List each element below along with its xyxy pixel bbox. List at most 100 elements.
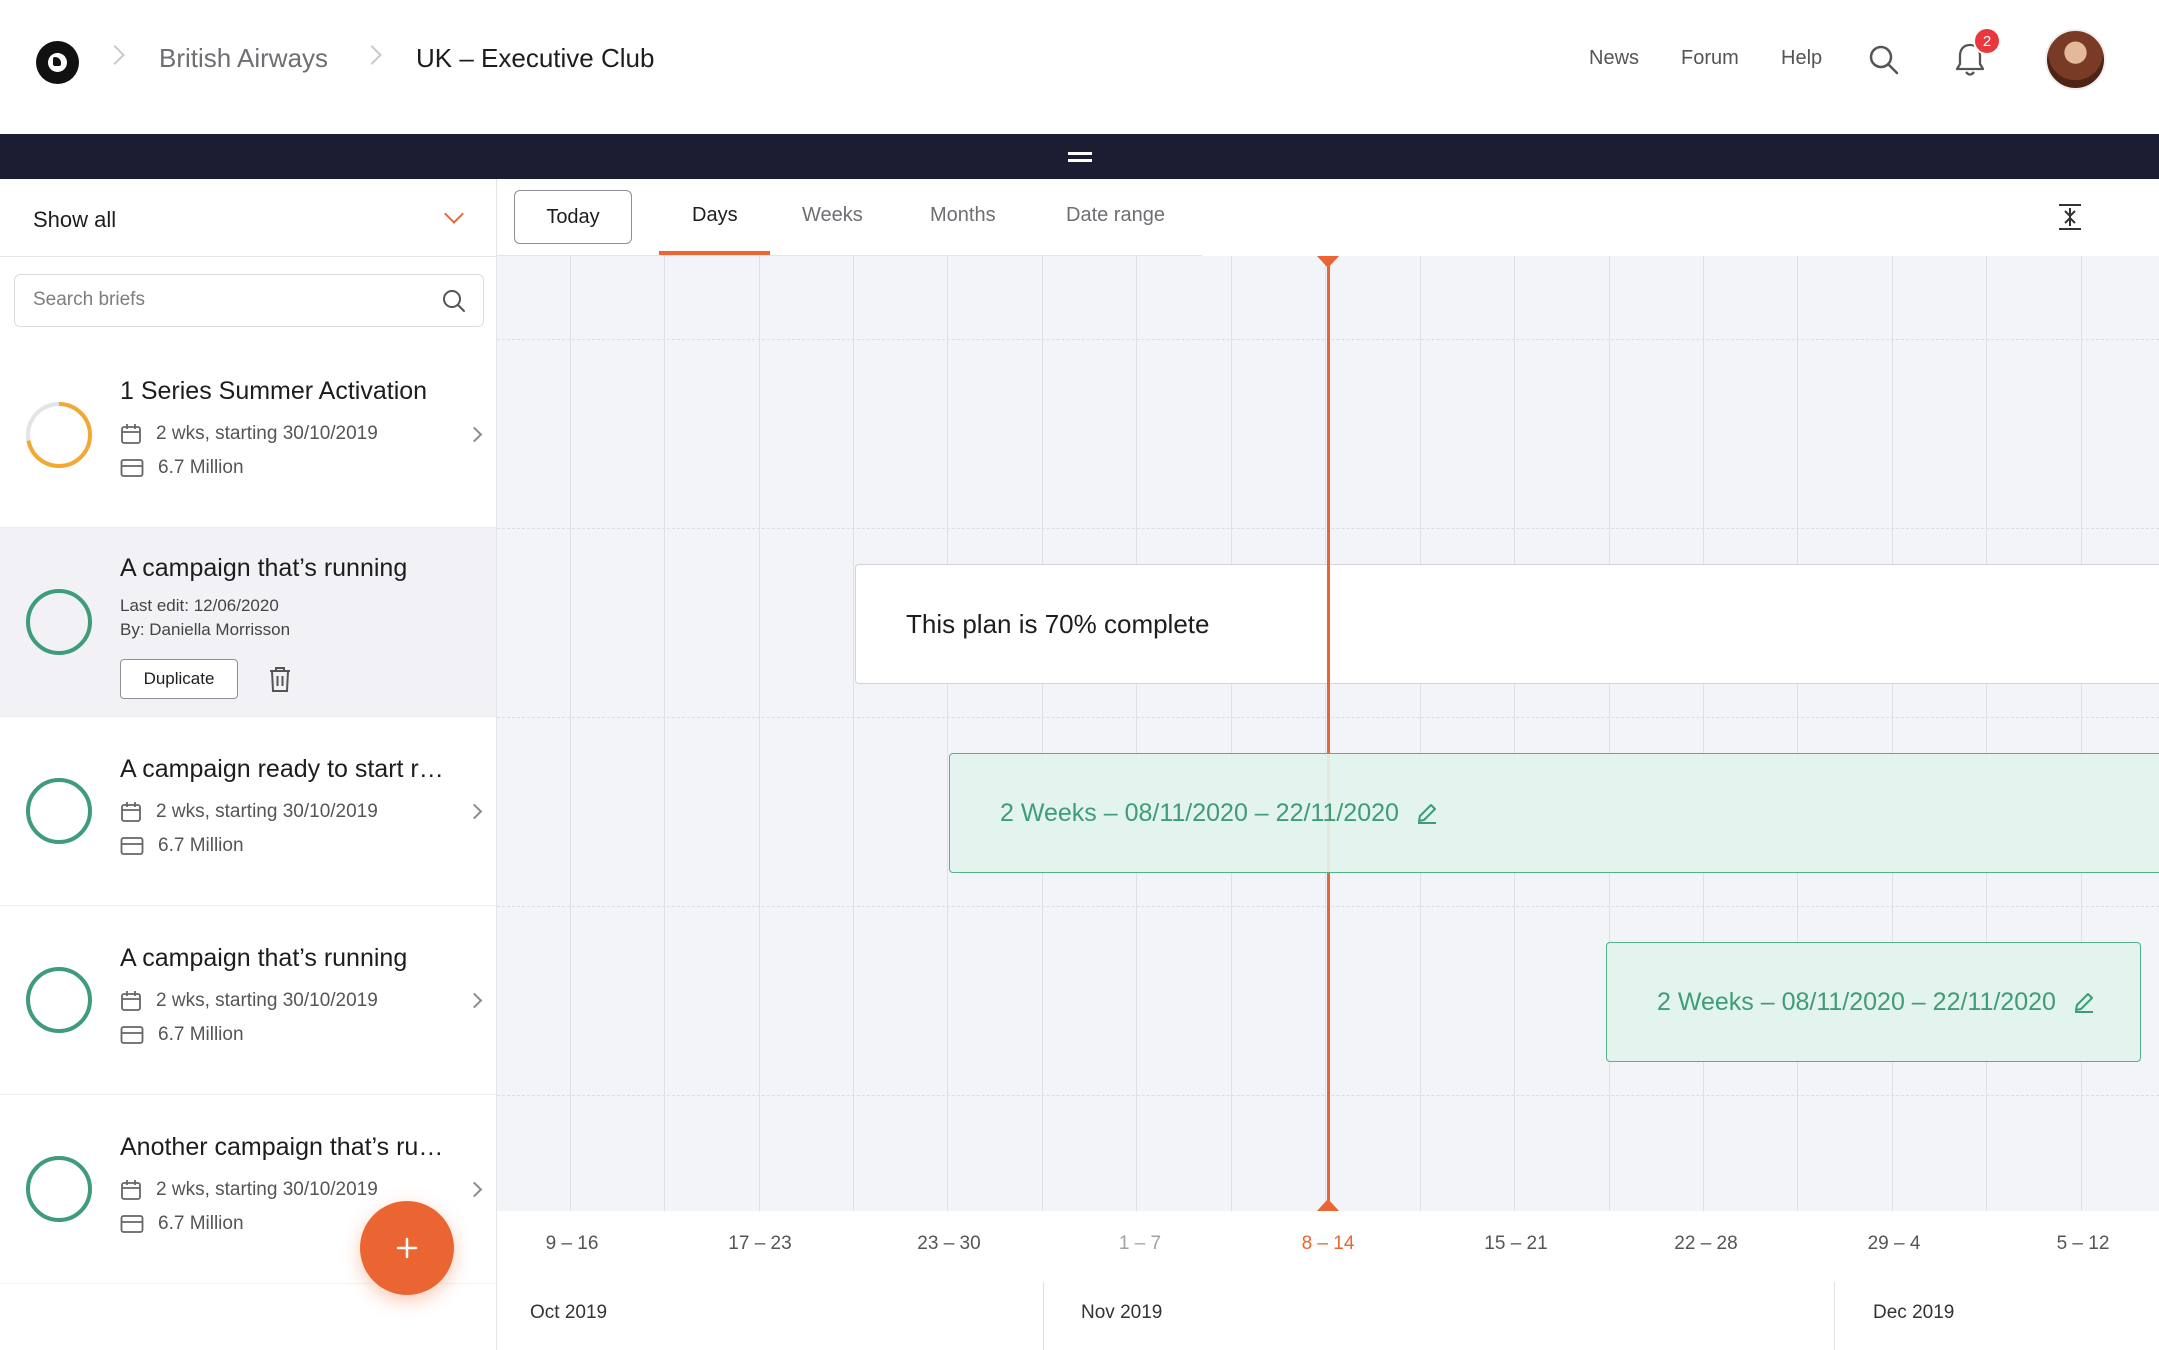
month-label: Oct 2019 xyxy=(530,1302,608,1323)
chevron-right-icon[interactable] xyxy=(466,803,483,820)
duplicate-button[interactable]: Duplicate xyxy=(120,659,238,699)
month-label: Nov 2019 xyxy=(1081,1302,1163,1323)
add-brief-button[interactable] xyxy=(360,1201,454,1295)
search-briefs-field[interactable] xyxy=(14,274,484,327)
progress-ring-icon xyxy=(26,967,92,1033)
app-logo[interactable] xyxy=(36,41,79,84)
week-label[interactable]: 29 – 4 xyxy=(1868,1233,1921,1255)
calendar-icon xyxy=(121,1180,141,1200)
brief-budget-text: 6.7 Million xyxy=(158,457,244,478)
tab-date-range[interactable]: Date range xyxy=(1066,204,1165,227)
chevron-right-icon[interactable] xyxy=(466,426,483,443)
brief-duration: 2 wks, starting 30/10/2019 xyxy=(120,423,378,445)
week-label[interactable]: 1 – 7 xyxy=(1119,1233,1161,1255)
pencil-icon[interactable] xyxy=(2072,990,2096,1014)
tab-weeks[interactable]: Weeks xyxy=(802,204,863,227)
breadcrumb-client[interactable]: British Airways xyxy=(159,43,328,74)
brief-title: A campaign that’s running xyxy=(120,554,408,582)
brief-duration-text: 2 wks, starting 30/10/2019 xyxy=(156,801,378,822)
breadcrumb-separator-icon xyxy=(105,45,125,65)
plus-icon xyxy=(396,1237,418,1259)
schedule-bar[interactable]: 2 Weeks – 08/11/2020 – 22/11/2020 xyxy=(949,753,2159,873)
brief-budget-text: 6.7 Million xyxy=(158,1213,244,1234)
week-label[interactable]: 22 – 28 xyxy=(1674,1233,1737,1255)
timeline-axis xyxy=(497,1211,2159,1350)
card-icon xyxy=(120,837,144,855)
schedule-bar-label: 2 Weeks – 08/11/2020 – 22/11/2020 xyxy=(1657,987,2056,1016)
schedule-bar-label: 2 Weeks – 08/11/2020 – 22/11/2020 xyxy=(1000,798,1399,827)
week-label[interactable]: 5 – 12 xyxy=(2057,1233,2110,1255)
search-icon[interactable] xyxy=(1868,44,1900,76)
card-icon xyxy=(120,1026,144,1044)
brief-budget-text: 6.7 Million xyxy=(158,835,244,856)
progress-ring-icon xyxy=(26,778,92,844)
brief-last-edit: Last edit: 12/06/2020 xyxy=(120,596,279,615)
brief-duration-text: 2 wks, starting 30/10/2019 xyxy=(156,423,378,444)
brief-item[interactable]: 1 Series Summer Activation 2 wks, starti… xyxy=(0,339,496,528)
nav-forum[interactable]: Forum xyxy=(1681,47,1739,70)
plan-progress-text: This plan is 70% complete xyxy=(906,609,1210,639)
user-avatar[interactable] xyxy=(2045,29,2106,90)
calendar-icon xyxy=(121,802,141,822)
plan-progress-card[interactable]: This plan is 70% complete xyxy=(855,564,2159,684)
schedule-bar[interactable]: 2 Weeks – 08/11/2020 – 22/11/2020 xyxy=(1606,942,2141,1062)
search-icon[interactable] xyxy=(441,288,467,314)
month-divider xyxy=(1043,1282,1044,1350)
timeline-toolbar xyxy=(497,179,2159,256)
brief-budget-text: 6.7 Million xyxy=(158,1024,244,1045)
brief-duration: 2 wks, starting 30/10/2019 xyxy=(120,1179,378,1201)
today-marker-bottom xyxy=(1317,1199,1339,1211)
chevron-right-icon[interactable] xyxy=(466,992,483,1009)
filter-label: Show all xyxy=(33,207,117,232)
pencil-icon[interactable] xyxy=(1415,801,1439,825)
brief-item-selected[interactable]: A campaign that’s running Last edit: 12/… xyxy=(0,528,496,717)
collapse-rows-icon[interactable] xyxy=(2057,203,2083,231)
brief-duration-text: 2 wks, starting 30/10/2019 xyxy=(156,1179,378,1200)
calendar-icon xyxy=(121,424,141,444)
progress-ring-icon xyxy=(26,589,92,655)
top-header: British Airways UK – Executive Club News… xyxy=(0,0,2148,128)
breadcrumb-separator-icon xyxy=(362,45,382,65)
progress-arc xyxy=(26,1156,92,1222)
brief-item[interactable]: A campaign ready to start r… 2 wks, star… xyxy=(0,717,496,906)
progress-ring-icon xyxy=(26,1156,92,1222)
briefs-panel: Show all 1 Series Summer Activation 2 wk… xyxy=(0,179,497,1350)
week-label[interactable]: 15 – 21 xyxy=(1484,1233,1547,1255)
brief-budget: 6.7 Million xyxy=(120,457,244,479)
search-briefs-input[interactable] xyxy=(15,275,415,324)
brief-editor: By: Daniella Morrisson xyxy=(120,620,291,639)
week-label[interactable]: 9 – 16 xyxy=(546,1233,599,1255)
today-button[interactable]: Today xyxy=(514,190,632,244)
drag-handle-icon[interactable] xyxy=(1068,152,1092,162)
trash-icon[interactable] xyxy=(268,666,292,693)
brief-item[interactable]: A campaign that’s running 2 wks, startin… xyxy=(0,906,496,1095)
brief-title: A campaign that’s running xyxy=(120,944,408,972)
card-icon xyxy=(120,459,144,477)
chevron-right-icon[interactable] xyxy=(466,1181,483,1198)
brief-title: Another campaign that’s ru… xyxy=(120,1133,444,1161)
progress-arc xyxy=(26,967,92,1033)
brief-budget: 6.7 Million xyxy=(120,1024,244,1046)
calendar-icon xyxy=(121,991,141,1011)
progress-ring-icon xyxy=(26,402,92,468)
brief-duration: 2 wks, starting 30/10/2019 xyxy=(120,990,378,1012)
brief-title: A campaign ready to start r… xyxy=(120,755,444,783)
week-label[interactable]: 17 – 23 xyxy=(728,1233,791,1255)
month-divider xyxy=(1834,1282,1835,1350)
chevron-down-icon xyxy=(444,204,464,224)
tab-months[interactable]: Months xyxy=(930,204,996,227)
brief-budget: 6.7 Million xyxy=(120,1213,244,1235)
nav-news[interactable]: News xyxy=(1589,47,1639,70)
nav-help[interactable]: Help xyxy=(1781,47,1822,70)
brief-duration-text: 2 wks, starting 30/10/2019 xyxy=(156,990,378,1011)
week-label-current[interactable]: 8 – 14 xyxy=(1302,1233,1355,1255)
brief-duration: 2 wks, starting 30/10/2019 xyxy=(120,801,378,823)
card-icon xyxy=(120,1215,144,1233)
breadcrumb-account: UK – Executive Club xyxy=(416,43,655,73)
month-label: Dec 2019 xyxy=(1873,1302,1955,1323)
progress-arc xyxy=(26,589,92,655)
week-label[interactable]: 23 – 30 xyxy=(917,1233,980,1255)
tab-days[interactable]: Days xyxy=(692,204,738,227)
filter-dropdown[interactable]: Show all xyxy=(0,179,496,257)
brief-title: 1 Series Summer Activation xyxy=(120,377,428,405)
